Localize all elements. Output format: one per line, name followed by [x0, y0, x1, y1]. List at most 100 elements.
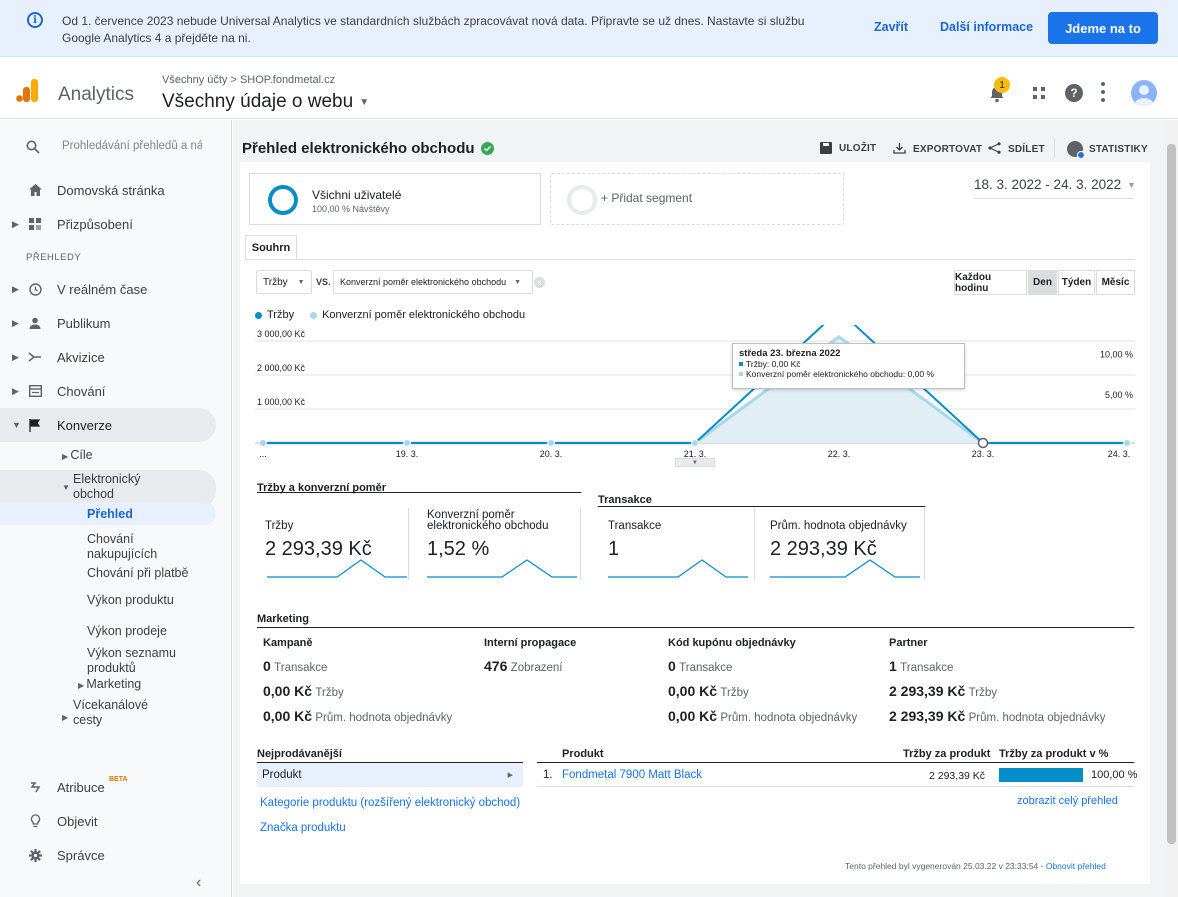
more-vert-icon[interactable] [1100, 82, 1106, 102]
chart-area: 3 000,00 Kč 2 000,00 Kč 1 000,00 Kč 10,00 %… [255, 325, 1135, 465]
metric2-select[interactable]: Konverzní poměr elektronického obchodu ▼ [333, 270, 533, 294]
export-button[interactable]: EXPORTOVAT [893, 142, 982, 157]
acquisition-icon [28, 350, 42, 364]
sidebar-item-audience[interactable]: ▶ Publikum [0, 306, 216, 340]
metric2-value: Konverzní poměr elektronického obchodu [340, 277, 507, 287]
caret-down-icon: ▼ [514, 278, 522, 286]
analytics-logo[interactable] [16, 77, 40, 103]
breadcrumb[interactable]: Všechny účty > SHOP.fondmetal.cz [162, 74, 335, 86]
y-left-tick-label: 3 000,00 Kč [257, 329, 306, 339]
sidebar-item-realtime[interactable]: ▶ V reálném čase [0, 272, 216, 306]
campaigns-rev-value: 0,00 Kč [263, 683, 313, 699]
kpi-aov[interactable]: Prům. hodnota objednávky 2 293,39 Kč [762, 508, 925, 580]
sidebar-label-marketing: Marketing [86, 677, 142, 691]
collapse-sidebar-icon[interactable]: ‹ [196, 874, 201, 892]
sidebar-item-conversions[interactable]: ▼ Konverze [0, 408, 216, 442]
sidebar-label-list-2[interactable]: produktů [87, 661, 136, 676]
remove-metric-icon[interactable]: × [534, 277, 545, 288]
sidebar: Prohledávání přehledů a náp Domovská str… [0, 120, 232, 897]
top-dimension-category-link[interactable]: Kategorie produktu (rozšířený elektronic… [260, 797, 520, 809]
sidebar-item-acquisition[interactable]: ▶ Akvizice [0, 340, 216, 374]
chart-expand-handle[interactable]: ▼ [675, 458, 715, 467]
app-header: Analytics Všechny účty > SHOP.fondmetal.… [0, 57, 1178, 119]
chevron-right-icon: ▶ [12, 218, 19, 229]
add-segment-button[interactable]: + Přidat segment [550, 173, 844, 225]
sidebar-label-list-1[interactable]: Výkon seznamu [87, 646, 176, 661]
sidebar-item-admin[interactable]: Správce [0, 838, 216, 872]
sidebar-label-acquisition: Akvizice [57, 349, 105, 365]
behavior-icon [28, 384, 42, 398]
save-button[interactable]: ULOŽIT [820, 142, 876, 154]
series-1-line [263, 325, 1127, 444]
refresh-report-link[interactable]: Obnovit přehled [1046, 861, 1106, 871]
series-point [547, 439, 555, 447]
campaigns-aov-label: Prům. hodnota objednávky [315, 712, 453, 724]
save-icon [820, 142, 832, 154]
sidebar-search-input[interactable]: Prohledávání přehledů a náp [62, 140, 202, 152]
date-underline [974, 198, 1134, 199]
sidebar-item-attribution[interactable]: Atribuce BETA [0, 770, 216, 804]
internal-views-value: 476 [484, 658, 508, 674]
sidebar-item-sales-performance[interactable]: Výkon prodeje [87, 624, 167, 639]
gran-hourly-button[interactable]: Každou hodinu [954, 270, 1027, 295]
sidebar-label-mcf-1[interactable]: Vícekanálové [73, 698, 148, 713]
banner-close-link[interactable]: Zavřít [874, 20, 908, 34]
attribution-icon [28, 780, 42, 794]
avatar[interactable] [1131, 80, 1157, 106]
kpi-transactions[interactable]: Transakce 1 [600, 508, 755, 580]
scrollbar[interactable] [1165, 120, 1178, 897]
app-name: Analytics [58, 84, 135, 105]
sidebar-item-customization[interactable]: ▶ Přizpůsobení [0, 207, 216, 241]
banner-cta-button[interactable]: Jdeme na to [1048, 12, 1158, 44]
segment-all-users[interactable]: Všichni uživatelé 100,00 % Návštěvy [249, 173, 541, 225]
row-product-link[interactable]: Fondmetal 7900 Matt Black [562, 769, 702, 781]
toolbar-divider [1054, 138, 1055, 158]
kpi-revenue[interactable]: Tržby 2 293,39 Kč [257, 508, 409, 580]
tooltip-line-1: Tržby: 0,00 Kč [739, 359, 958, 369]
sidebar-item-product-performance[interactable]: Výkon produktu [87, 593, 174, 608]
top-dimension-product-label: Produkt [262, 769, 302, 781]
chevron-right-icon: ▶ [62, 713, 69, 722]
export-label: EXPORTOVAT [913, 144, 983, 155]
gran-week-button[interactable]: Týden [1058, 270, 1095, 295]
gran-month-button[interactable]: Měsíc [1096, 270, 1135, 295]
kpi-conversion[interactable]: Konverzní poměr elektronického obchodu 1… [419, 508, 581, 580]
metric1-select[interactable]: Tržby ▼ [256, 270, 312, 294]
share-button[interactable]: SDÍLET [988, 142, 1045, 157]
banner-more-link[interactable]: Další informace [940, 20, 1033, 34]
top-dimension-brand-link[interactable]: Značka produktu [260, 822, 346, 834]
date-range-picker[interactable]: 18. 3. 2022 - 24. 3. 2022 ▼ [974, 177, 1136, 192]
insights-button[interactable]: STATISTIKY [1067, 141, 1148, 159]
gran-hourly-label: Každou hodinu [955, 271, 992, 294]
gran-day-button[interactable]: Den [1028, 270, 1057, 295]
col-revenue-pct-header: Tržby za produkt v % [999, 748, 1109, 760]
sidebar-item-behavior[interactable]: ▶ Chování [0, 374, 216, 408]
sidebar-label-realtime: V reálném čase [57, 281, 148, 297]
sidebar-label-shopping-1[interactable]: Chování [87, 532, 134, 547]
add-segment-label: + Přidat segment [601, 191, 693, 205]
campaigns-aov-value: 0,00 Kč [263, 708, 313, 724]
chevron-right-icon: ▶ [12, 317, 19, 328]
tab-summary[interactable]: Souhrn [245, 235, 297, 260]
info-icon: i [27, 12, 43, 28]
col-product-header: Produkt [562, 748, 604, 760]
view-selector[interactable]: Všechny údaje o webu ▼ [162, 91, 369, 113]
campaigns-heading: Kampaně [263, 637, 313, 649]
sidebar-label-shopping-2[interactable]: nakupujících [87, 547, 157, 562]
chart-svg: 3 000,00 Kč 2 000,00 Kč 1 000,00 Kč 10,00 %… [255, 325, 1135, 459]
sidebar-item-marketing[interactable]: ▶ Marketing [78, 677, 141, 693]
y-right-tick-label: 5,00 % [1105, 390, 1133, 400]
scrollbar-thumb[interactable] [1167, 144, 1176, 844]
top-dimension-product[interactable]: Produkt ▶ [257, 763, 523, 787]
full-report-link[interactable]: zobrazit celý přehled [1017, 795, 1118, 807]
sidebar-item-checkout[interactable]: Chování při platbě [87, 566, 188, 581]
help-icon[interactable]: ? [1065, 84, 1083, 102]
campaigns-tx-label: Transakce [274, 662, 328, 674]
apps-grid-icon[interactable] [1032, 86, 1046, 100]
sidebar-item-discover[interactable]: Objevit [0, 804, 216, 838]
sidebar-item-goals[interactable]: ▶ Cíle [62, 448, 93, 464]
series-point [259, 439, 267, 447]
sidebar-label-mcf-2[interactable]: cesty [73, 713, 102, 728]
sidebar-item-home[interactable]: Domovská stránka [0, 173, 216, 207]
legend-dot-2 [310, 311, 318, 319]
